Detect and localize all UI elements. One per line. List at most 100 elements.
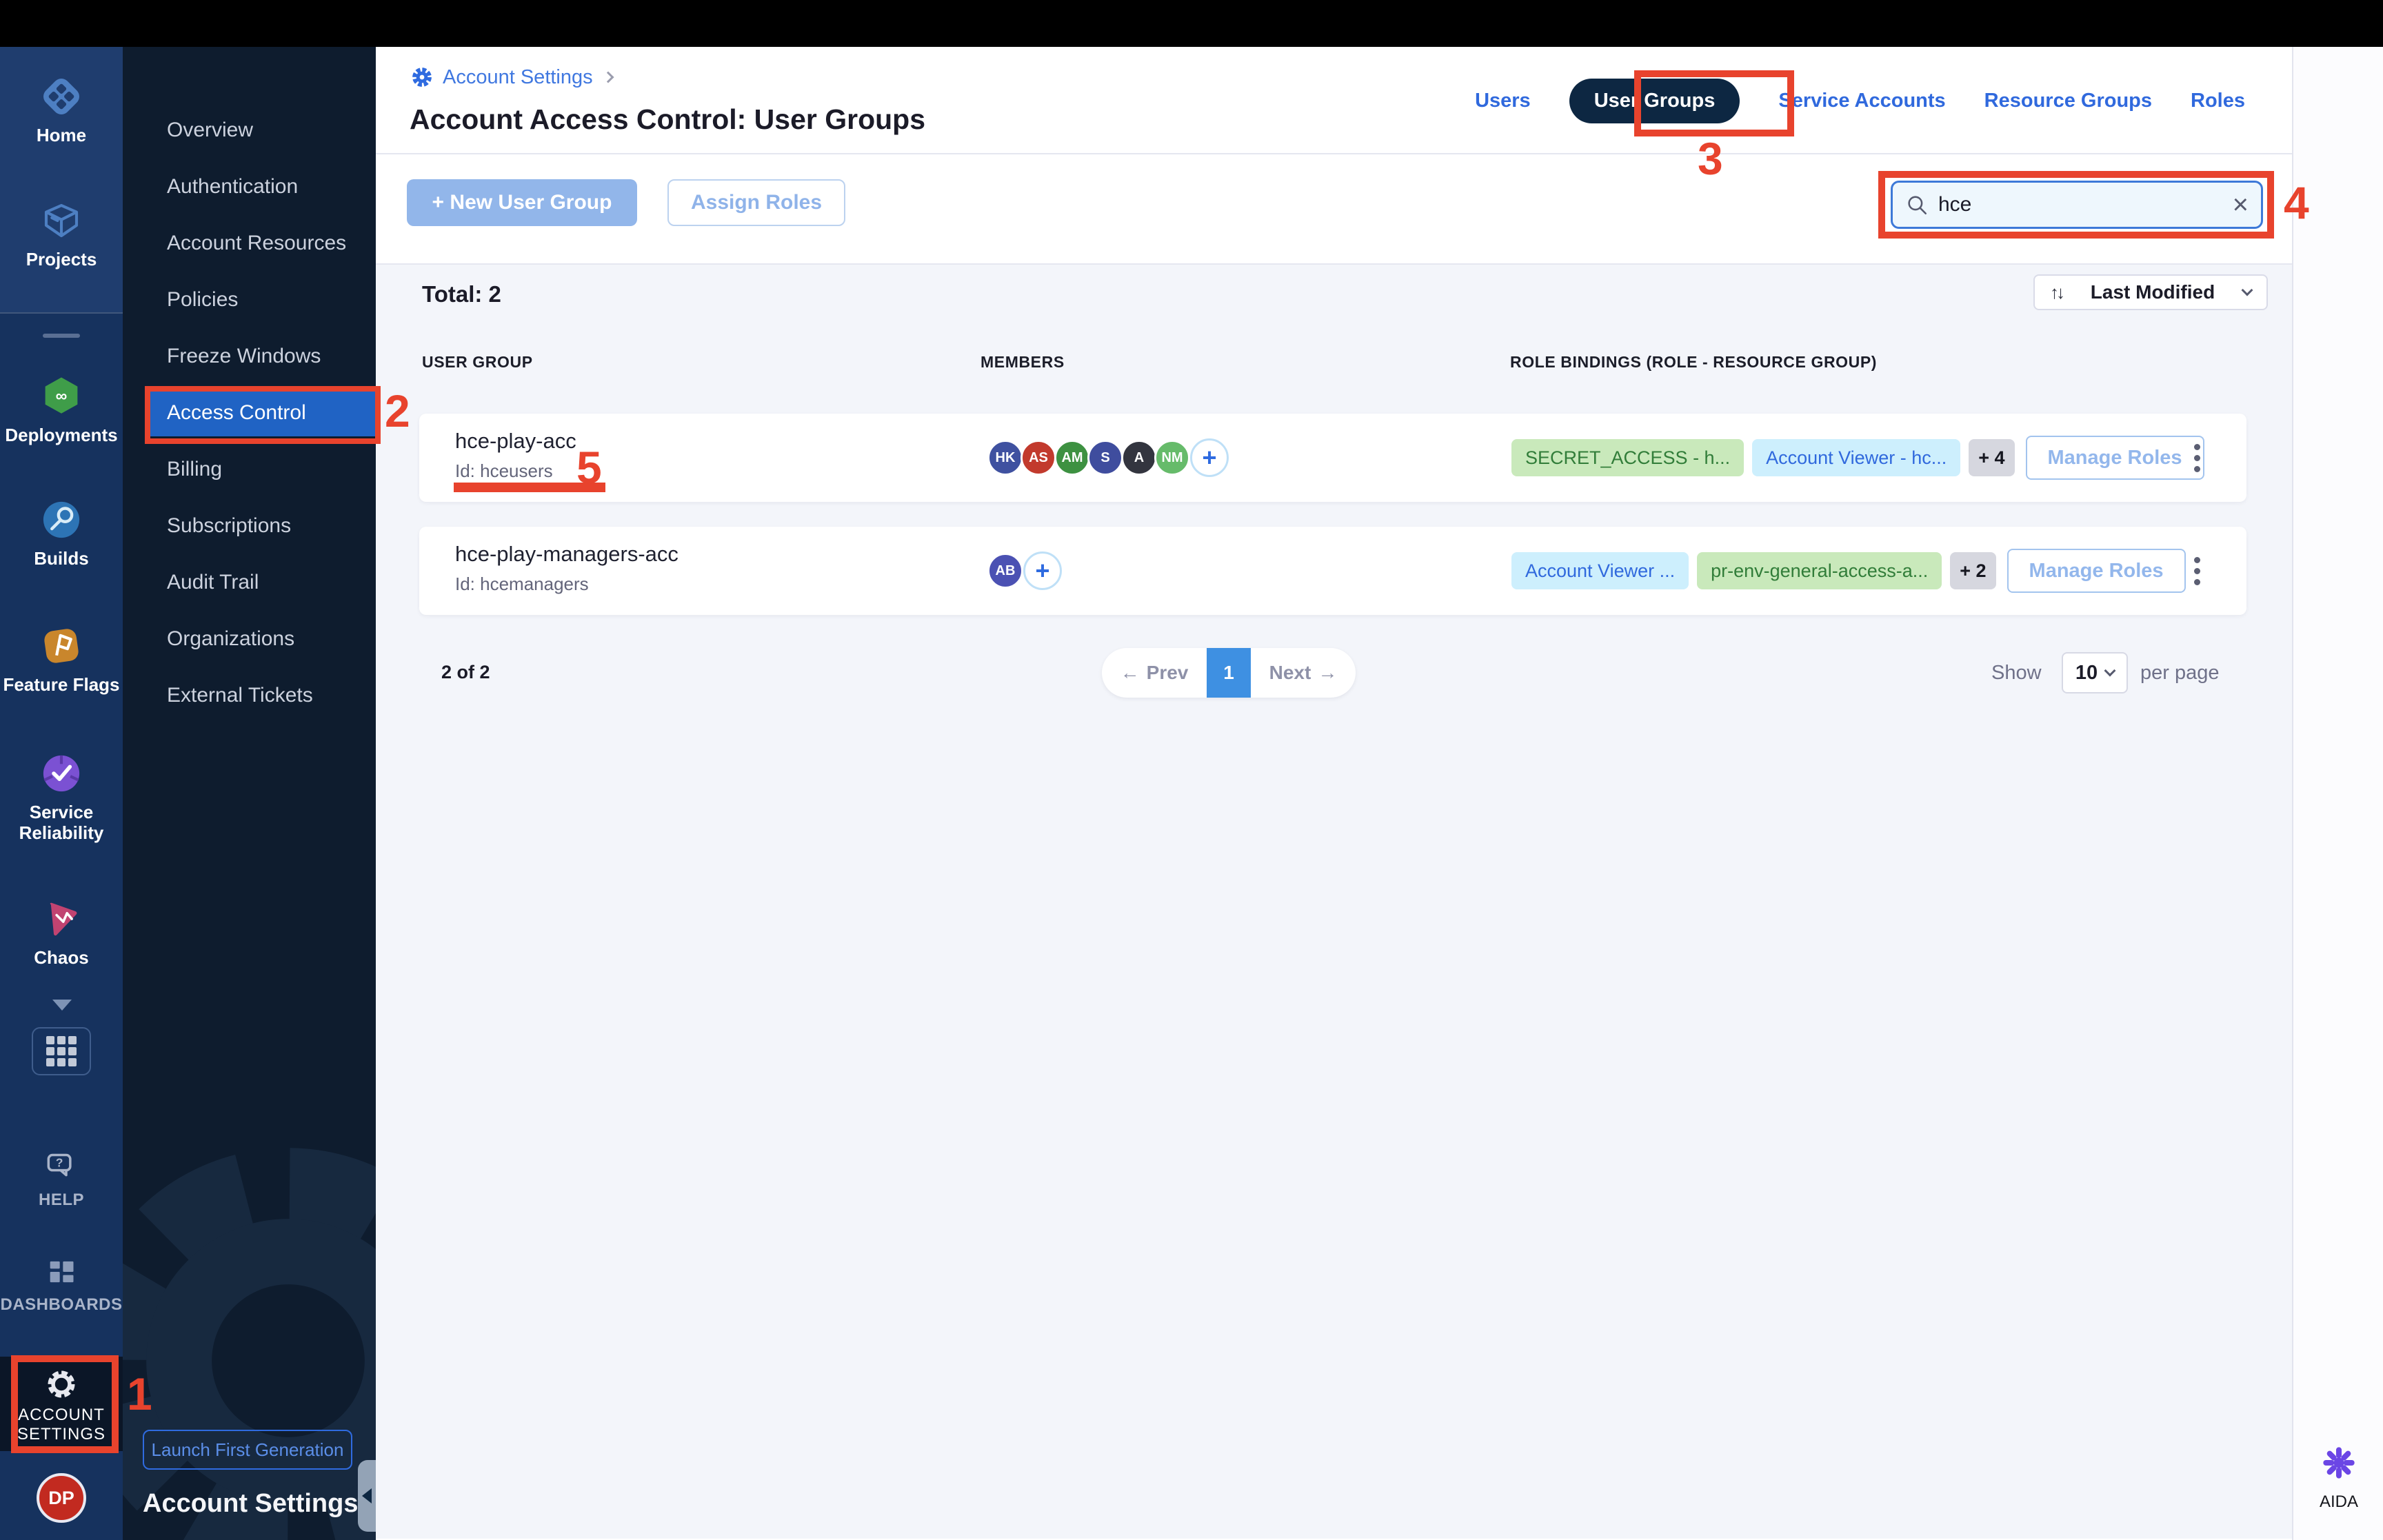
launch-first-generation-button[interactable]: Launch First Generation [143,1430,352,1470]
breadcrumb-label[interactable]: Account Settings [443,66,593,89]
sidebar-divider [0,312,123,314]
sidebar-item-chaos[interactable]: Chaos [0,896,123,968]
role-binding-more-badge[interactable]: + 2 [1950,552,1996,589]
add-member-button[interactable]: + [1190,438,1229,477]
aida-widget[interactable]: AIDA [2313,1441,2365,1512]
new-user-group-label: New User Group [450,191,612,214]
dashboards-icon [50,1261,74,1283]
member-avatar[interactable]: S [1087,440,1123,476]
projects-icon [44,203,79,238]
settings-nav-title: Account Settings [143,1489,359,1518]
chevron-down-icon [2241,284,2253,296]
search-box[interactable]: × [1891,181,2263,229]
sidebar-item-label: Builds [34,548,89,569]
sort-dropdown[interactable]: ↑↓ Last Modified [2033,274,2268,310]
next-page-button[interactable]: Next → [1251,648,1356,698]
access-control-tabs: Users User Groups Service Accounts Resou… [1475,47,2245,154]
nav-item-account-resources[interactable]: Account Resources [123,215,376,272]
nav-item-external-tickets[interactable]: External Tickets [123,667,376,724]
new-user-group-button[interactable]: + New User Group [407,179,637,226]
page-size-select[interactable]: 10 [2062,652,2128,693]
sidebar-item-home[interactable]: Home [0,74,123,145]
user-group-row[interactable]: hce-play-managers-acc Id: hcemanagers AB… [419,527,2246,615]
member-avatar[interactable]: HK [987,440,1023,476]
sidebar-item-feature-flags[interactable]: Feature Flags [0,623,123,695]
sidebar-dash-divider [43,334,80,338]
search-input[interactable] [1938,193,2223,216]
pagination-row: 2 of 2 ← Prev 1 Next → Show 10 per page [376,648,2292,698]
home-icon [43,79,79,114]
member-avatar[interactable]: AM [1054,440,1090,476]
nav-item-audit-trail[interactable]: Audit Trail [123,554,376,611]
tab-service-accounts[interactable]: Service Accounts [1778,90,1945,112]
collapse-sidebar-handle[interactable] [358,1460,376,1532]
gear-icon [48,1370,75,1398]
arrow-right-icon: → [1318,662,1338,683]
user-avatar[interactable]: DP [37,1473,86,1523]
nav-item-subscriptions[interactable]: Subscriptions [123,498,376,554]
tab-roles[interactable]: Roles [2191,90,2245,112]
sidebar-item-account-settings[interactable]: ACCOUNT SETTINGS [0,1357,123,1451]
role-binding-badge: Account Viewer - hc... [1752,439,1961,476]
aida-label: AIDA [2319,1492,2358,1511]
role-binding-badge: SECRET_ACCESS - h... [1511,439,1744,476]
user-group-row[interactable]: hce-play-acc Id: hceusers HK AS AM S A N… [419,414,2246,502]
nav-item-organizations[interactable]: Organizations [123,611,376,667]
arrow-left-icon: ← [1120,662,1140,683]
page-header: Account Settings Account Access Control:… [376,47,2292,154]
tab-resource-groups[interactable]: Resource Groups [1984,90,2152,112]
sidebar-item-label: DASHBOARDS [0,1295,123,1314]
avatar-initials: DP [48,1487,74,1508]
deployments-icon: ∞ [45,377,78,414]
role-binding-badge: Account Viewer ... [1511,552,1689,589]
member-avatar[interactable]: A [1121,440,1157,476]
chevron-down-icon[interactable] [52,1000,72,1011]
sidebar-item-label: HELP [38,1191,84,1209]
pagination: ← Prev 1 Next → [1102,648,1356,698]
tab-users[interactable]: Users [1475,90,1531,112]
sidebar-item-builds[interactable]: Builds [0,497,123,569]
assign-roles-button[interactable]: Assign Roles [667,179,845,226]
sidebar-item-projects[interactable]: Projects [0,198,123,270]
group-name[interactable]: hce-play-managers-acc [455,542,678,567]
search-icon [1908,196,1927,215]
per-page-label: per page [2140,662,2220,684]
sidebar-item-service-reliability[interactable]: Service Reliability [0,751,123,843]
member-avatar[interactable]: AB [987,553,1023,589]
manage-roles-button[interactable]: Manage Roles [2007,549,2186,593]
sidebar-item-dashboards[interactable]: DASHBOARDS [0,1255,123,1315]
manage-roles-button[interactable]: Manage Roles [2025,436,2204,480]
module-picker-button[interactable] [32,1027,91,1075]
sidebar-item-help[interactable]: ? HELP [0,1150,123,1210]
nav-item-policies[interactable]: Policies [123,272,376,328]
nav-item-freeze-windows[interactable]: Freeze Windows [123,328,376,385]
tab-user-groups[interactable]: User Groups [1569,78,1740,123]
current-page[interactable]: 1 [1207,648,1251,698]
member-avatar[interactable]: AS [1020,440,1056,476]
list-content: Total: 2 ↑↓ Last Modified USER GROUP MEM… [376,265,2292,1539]
account-settings-label-line1: ACCOUNT [18,1406,105,1424]
role-binding-more-badge[interactable]: + 4 [1969,439,2015,476]
breadcrumb[interactable]: Account Settings [410,65,614,90]
collapse-arrow-icon [362,1488,372,1503]
aida-icon [2323,1447,2355,1479]
gear-watermark [123,1148,376,1540]
sort-icon: ↑↓ [2050,281,2065,303]
clear-search-icon[interactable]: × [2233,191,2249,219]
sidebar-item-deployments[interactable]: ∞ Deployments [0,374,123,445]
role-binding-badge: pr-env-general-access-a... [1697,552,1942,589]
member-avatar[interactable]: NM [1154,440,1190,476]
row-menu-icon[interactable] [2183,444,2211,472]
sidebar-item-label: Service Reliability [19,802,104,843]
group-id: Id: hcemanagers [455,574,589,594]
group-name[interactable]: hce-play-acc [455,429,576,454]
row-menu-icon[interactable] [2183,557,2211,585]
add-member-button[interactable]: + [1023,551,1062,590]
column-role-bindings: ROLE BINDINGS (ROLE - RESOURCE GROUP) [1510,353,1878,371]
prev-page-button[interactable]: ← Prev [1102,648,1207,698]
nav-item-overview[interactable]: Overview [123,102,376,159]
nav-item-authentication[interactable]: Authentication [123,159,376,215]
nav-item-access-control[interactable]: Access Control [148,389,376,436]
account-settings-gear-icon [412,68,432,87]
nav-item-billing[interactable]: Billing [123,441,376,498]
